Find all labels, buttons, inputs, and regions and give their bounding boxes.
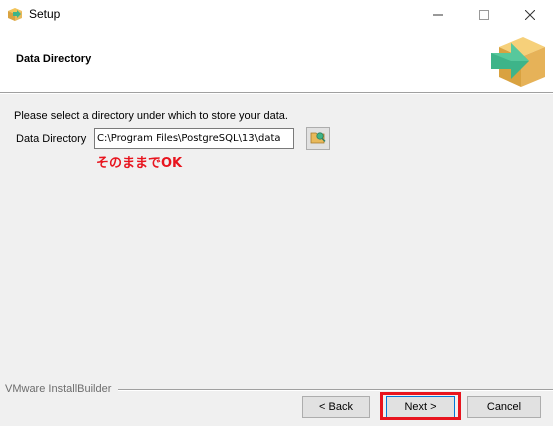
footer-separator bbox=[118, 389, 553, 391]
page-header: Data Directory bbox=[0, 29, 553, 92]
header-separator bbox=[0, 92, 553, 94]
page-title: Data Directory bbox=[16, 53, 92, 65]
browse-button[interactable] bbox=[306, 127, 330, 150]
instruction-text: Please select a directory under which to… bbox=[14, 110, 288, 122]
installer-logo-icon bbox=[489, 33, 547, 89]
next-button[interactable]: Next > bbox=[386, 396, 455, 418]
data-directory-value: C:\Program Files\PostgreSQL\13\data bbox=[97, 133, 281, 144]
cancel-button[interactable]: Cancel bbox=[467, 396, 541, 418]
window-title: Setup bbox=[29, 7, 61, 21]
back-button[interactable]: < Back bbox=[302, 396, 370, 418]
folder-browse-icon bbox=[310, 130, 326, 147]
minimize-button[interactable] bbox=[415, 0, 461, 29]
data-directory-input[interactable]: C:\Program Files\PostgreSQL\13\data bbox=[94, 128, 294, 149]
annotation-note: そのままでOK bbox=[96, 156, 183, 171]
maximize-button[interactable] bbox=[461, 0, 507, 29]
data-directory-label: Data Directory bbox=[16, 133, 87, 145]
close-button[interactable] bbox=[507, 0, 553, 29]
footer-brand: VMware InstallBuilder bbox=[5, 383, 112, 395]
title-bar: Setup bbox=[0, 0, 553, 29]
package-icon bbox=[7, 6, 23, 22]
